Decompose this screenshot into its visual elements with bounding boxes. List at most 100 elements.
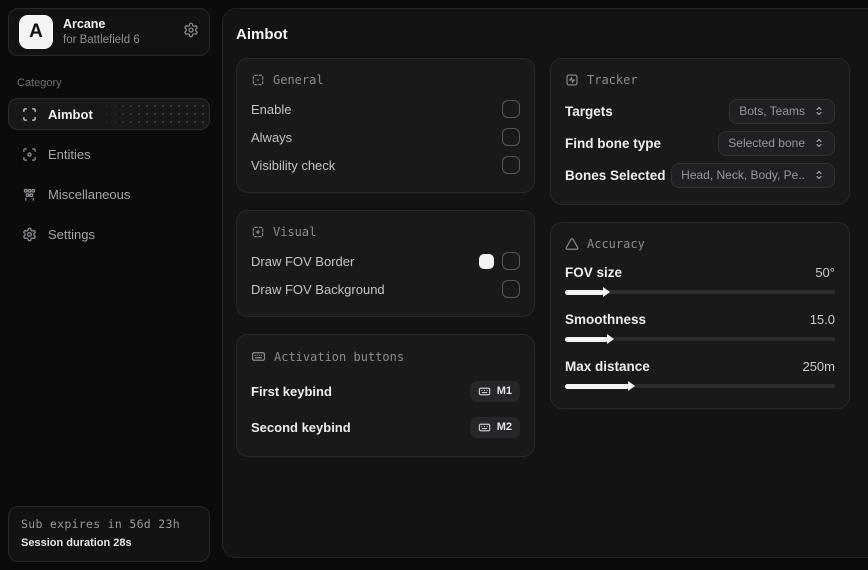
setting-row-first-keybind: First keybind M1 xyxy=(251,375,520,407)
app-logo: A xyxy=(19,15,53,49)
sidebar: A Arcane for Battlefield 6 Category Aimb… xyxy=(0,0,218,570)
setting-row-smoothness: Smoothness 15.0 xyxy=(565,308,835,346)
session-duration-text: Session duration 28s xyxy=(21,535,197,552)
setting-row-targets: Targets Bots, Teams xyxy=(565,95,835,127)
slider-value: 250m xyxy=(802,359,835,374)
keyboard-icon xyxy=(478,385,491,398)
keyboard-icon xyxy=(478,421,491,434)
slider-value: 15.0 xyxy=(810,312,835,327)
app-settings-button[interactable] xyxy=(183,22,199,43)
fov-border-color-swatch[interactable] xyxy=(479,254,494,269)
triangle-icon xyxy=(565,237,579,251)
page-title: Aimbot xyxy=(236,26,863,43)
app-header-card: A Arcane for Battlefield 6 xyxy=(8,8,210,56)
slider-fill xyxy=(565,290,604,295)
setting-label: First keybind xyxy=(251,384,332,399)
sidebar-item-entities[interactable]: Entities xyxy=(8,138,210,170)
setting-row-fov-size: FOV size 50° xyxy=(565,261,835,299)
select-value: Head, Neck, Body, Pe.. xyxy=(681,168,805,182)
setting-label: Find bone type xyxy=(565,136,661,151)
sparkle-square-icon xyxy=(251,225,265,239)
section-title: Tracker xyxy=(587,73,638,87)
draw-fov-border-checkbox[interactable] xyxy=(502,252,520,270)
setting-label: Targets xyxy=(565,104,613,119)
gear-icon xyxy=(183,22,199,43)
setting-label: Bones Selected xyxy=(565,168,666,183)
accuracy-card: Accuracy FOV size 50° Smoothness xyxy=(550,222,850,409)
visual-card: Visual Draw FOV Border Draw FOV Backgrou… xyxy=(236,210,535,317)
select-value: Bots, Teams xyxy=(739,104,805,118)
setting-label: Always xyxy=(251,130,292,145)
unfold-icon xyxy=(813,169,825,181)
setting-row-enable: Enable xyxy=(251,95,520,123)
slider-fill xyxy=(565,384,629,389)
slider-thumb[interactable] xyxy=(607,334,614,344)
sidebar-item-miscellaneous[interactable]: Miscellaneous xyxy=(8,178,210,210)
visibility-check-checkbox[interactable] xyxy=(502,156,520,174)
keyboard-icon xyxy=(251,349,266,364)
sidebar-item-label: Miscellaneous xyxy=(48,187,130,202)
always-checkbox[interactable] xyxy=(502,128,520,146)
setting-label: Max distance xyxy=(565,359,650,374)
sidebar-item-aimbot[interactable]: Aimbot xyxy=(8,98,210,130)
smoothness-slider[interactable] xyxy=(565,332,835,346)
select-value: Selected bone xyxy=(728,136,805,150)
sub-expiry-text: Sub expires in 56d 23h xyxy=(21,516,197,533)
focus-icon xyxy=(251,73,265,87)
main-panel: Aimbot General Enable Always xyxy=(222,8,868,558)
slider-thumb[interactable] xyxy=(628,381,635,391)
scan-eye-icon xyxy=(22,147,37,162)
slider-value: 50° xyxy=(815,265,835,280)
second-keybind-button[interactable]: M2 xyxy=(470,417,520,438)
activation-card: Activation buttons First keybind M1 Seco… xyxy=(236,334,535,457)
app-meta: Arcane for Battlefield 6 xyxy=(63,17,173,47)
find-bone-type-select[interactable]: Selected bone xyxy=(718,131,835,156)
setting-row-bones-selected: Bones Selected Head, Neck, Body, Pe.. xyxy=(565,159,835,191)
subscription-card: Sub expires in 56d 23h Session duration … xyxy=(8,506,210,562)
gear-icon xyxy=(22,227,37,242)
setting-row-draw-fov-background: Draw FOV Background xyxy=(251,275,520,303)
max-distance-slider[interactable] xyxy=(565,379,835,393)
tracker-card: Tracker Targets Bots, Teams Find bone ty… xyxy=(550,58,850,205)
slider-fill xyxy=(565,337,608,342)
keybind-value: M1 xyxy=(497,385,512,397)
unfold-icon xyxy=(813,105,825,117)
sidebar-item-label: Aimbot xyxy=(48,107,93,122)
targets-select[interactable]: Bots, Teams xyxy=(729,99,835,124)
setting-label: Smoothness xyxy=(565,312,646,327)
setting-row-draw-fov-border: Draw FOV Border xyxy=(251,247,520,275)
setting-label: Visibility check xyxy=(251,158,335,173)
setting-row-max-distance: Max distance 250m xyxy=(565,355,835,393)
grid-dots-icon xyxy=(22,187,37,202)
section-title: Activation buttons xyxy=(274,350,404,364)
section-title: Accuracy xyxy=(587,237,645,251)
sidebar-nav: Aimbot Entities Miscellaneous Settings xyxy=(8,98,210,250)
setting-label: Draw FOV Background xyxy=(251,282,385,297)
setting-row-always: Always xyxy=(251,123,520,151)
first-keybind-button[interactable]: M1 xyxy=(470,381,520,402)
section-title: General xyxy=(273,73,324,87)
fov-size-slider[interactable] xyxy=(565,285,835,299)
unfold-icon xyxy=(813,137,825,149)
app-name: Arcane xyxy=(63,17,173,33)
sidebar-item-label: Entities xyxy=(48,147,91,162)
section-title: Visual xyxy=(273,225,316,239)
draw-fov-background-checkbox[interactable] xyxy=(502,280,520,298)
keybind-value: M2 xyxy=(497,421,512,433)
app-subtitle: for Battlefield 6 xyxy=(63,33,173,47)
general-card: General Enable Always Visibility check xyxy=(236,58,535,193)
setting-row-second-keybind: Second keybind M2 xyxy=(251,411,520,443)
setting-label: FOV size xyxy=(565,265,622,280)
bones-selected-select[interactable]: Head, Neck, Body, Pe.. xyxy=(671,163,835,188)
enable-checkbox[interactable] xyxy=(502,100,520,118)
setting-row-find-bone-type: Find bone type Selected bone xyxy=(565,127,835,159)
setting-label: Draw FOV Border xyxy=(251,254,354,269)
category-label: Category xyxy=(17,77,210,89)
slider-thumb[interactable] xyxy=(603,287,610,297)
scan-icon xyxy=(22,107,37,122)
activity-square-icon xyxy=(565,73,579,87)
setting-row-visibility-check: Visibility check xyxy=(251,151,520,179)
setting-label: Second keybind xyxy=(251,420,351,435)
sidebar-item-label: Settings xyxy=(48,227,95,242)
sidebar-item-settings[interactable]: Settings xyxy=(8,218,210,250)
